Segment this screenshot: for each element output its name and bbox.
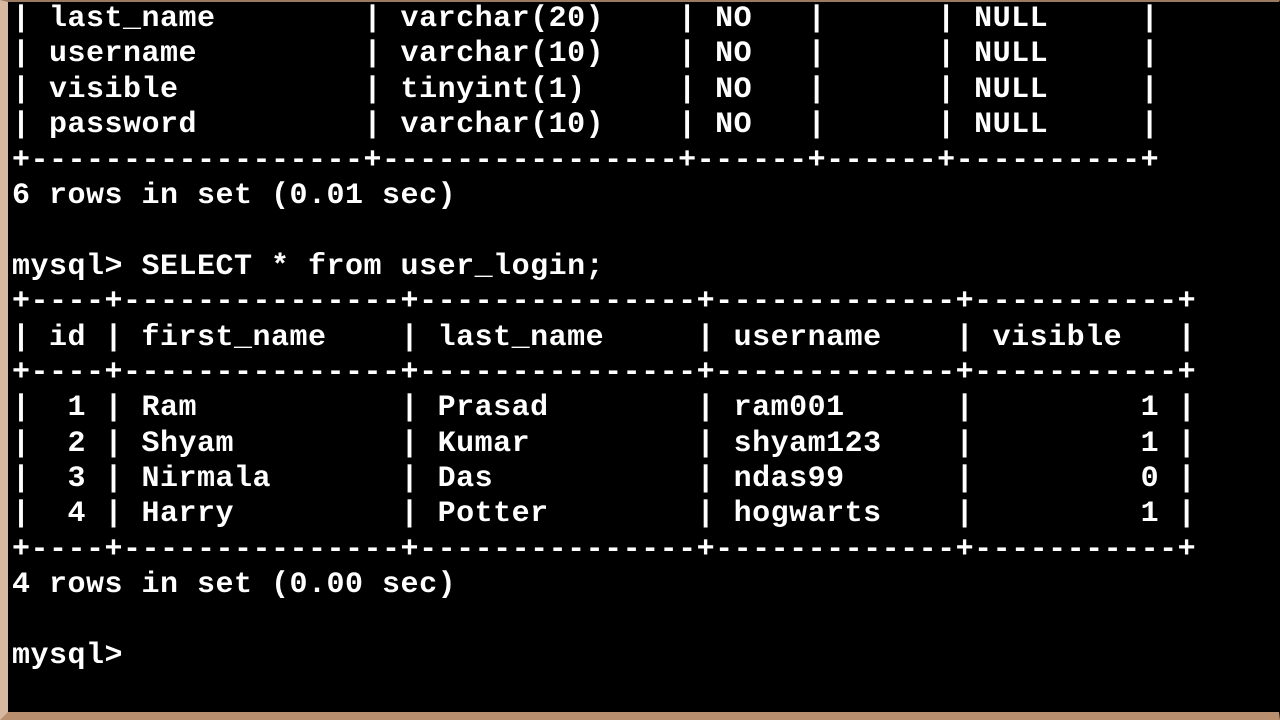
terminal-output: | last_name | varchar(20) | NO | | NULL …	[12, 2, 1279, 674]
terminal-window[interactable]: | last_name | varchar(20) | NO | | NULL …	[0, 0, 1280, 720]
